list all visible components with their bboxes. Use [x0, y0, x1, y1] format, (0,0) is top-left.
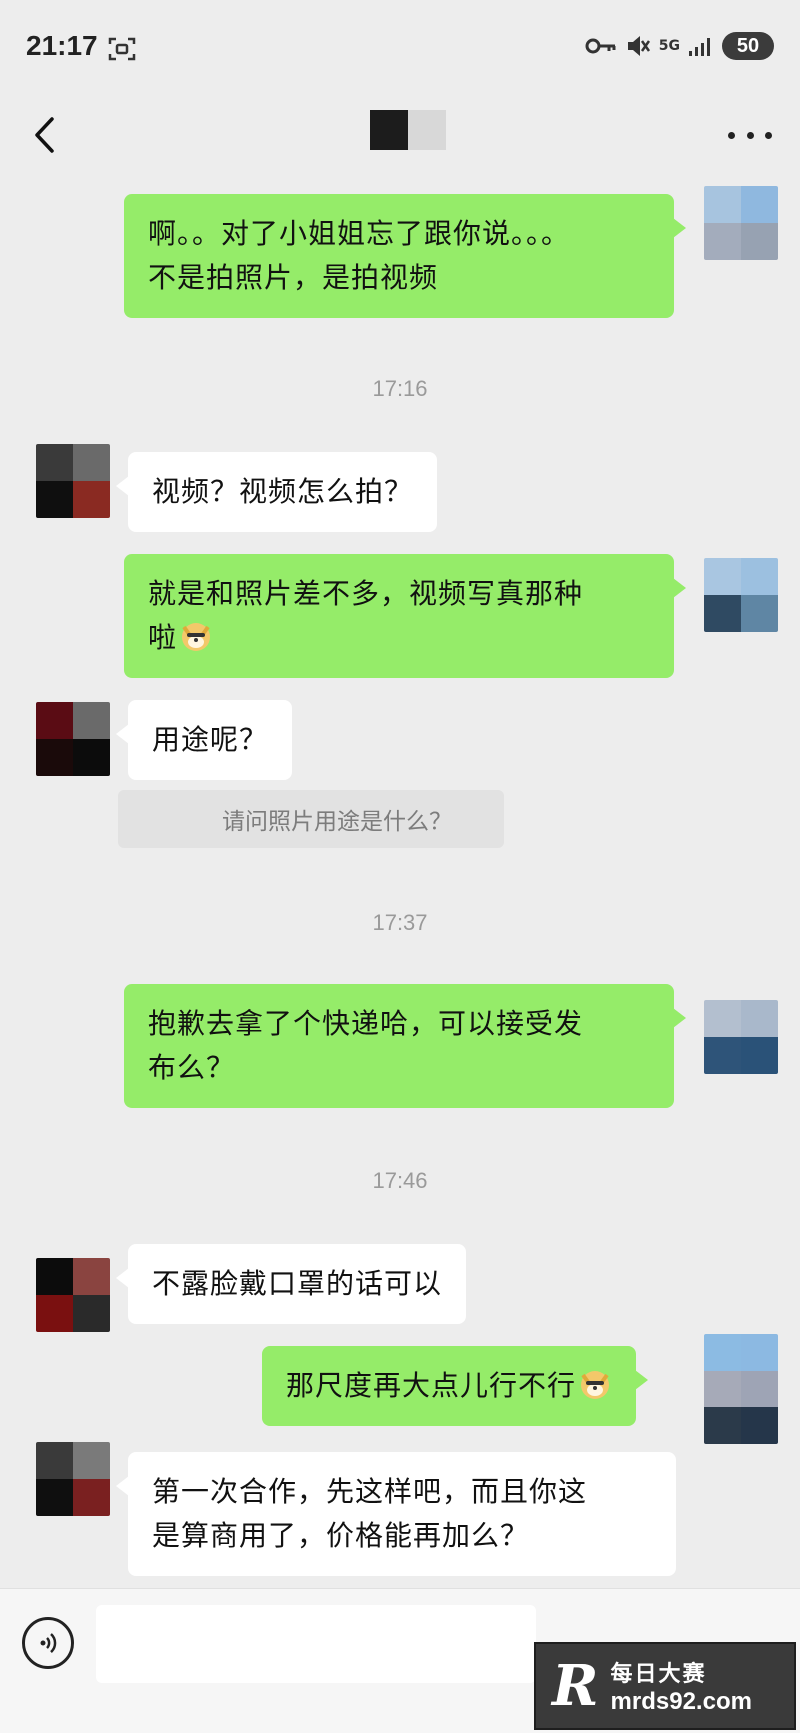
message-bubble-sent[interactable]: 那尺度再大点儿行不行: [262, 1346, 649, 1426]
message-text: 那尺度再大点儿行不行: [286, 1369, 577, 1402]
message-line: 就是和照片差不多，视频写真那种: [148, 577, 584, 610]
timestamp: 17:37: [372, 910, 428, 935]
message-line: 是算商用了，价格能再加么？: [152, 1519, 530, 1552]
chevron-left-icon: [35, 117, 54, 153]
message-bubble-received[interactable]: 用途呢？: [115, 700, 293, 780]
quoted-message[interactable]: 请问照片用途是什么？: [118, 790, 504, 848]
back-button[interactable]: [24, 110, 64, 160]
contact-name-blurred: [370, 110, 446, 150]
message-line: 不是拍照片，是拍视频: [148, 261, 439, 294]
message-line: 啦: [148, 621, 178, 654]
message-text: 用途呢？: [152, 723, 269, 756]
my-avatar[interactable]: [704, 558, 778, 632]
message-input[interactable]: [96, 1605, 536, 1683]
watermark-url: mrds92.com: [610, 1688, 752, 1715]
message-bubble-sent[interactable]: 啊。。对了小姐姐忘了跟你说。。。 不是拍照片，是拍视频: [124, 194, 686, 318]
status-time: 21:17: [26, 30, 98, 61]
message-bubble-sent[interactable]: 就是和照片差不多，视频写真那种 啦: [124, 554, 686, 678]
screen-record-icon: [108, 37, 136, 61]
watermark-r-logo: R: [552, 1653, 599, 1719]
more-options-button[interactable]: [728, 120, 772, 150]
watermark-name: 每日大赛: [610, 1661, 707, 1686]
mute-icon: [627, 36, 650, 56]
contact-avatar[interactable]: [36, 444, 110, 518]
message-bubble-received[interactable]: 第一次合作，先这样吧，而且你这 是算商用了，价格能再加么？: [116, 1452, 676, 1576]
signal-icon: [689, 38, 710, 56]
message-line: 第一次合作，先这样吧，而且你这: [152, 1475, 588, 1508]
contact-avatar[interactable]: [36, 1258, 110, 1332]
watermark-text: 每日大赛 mrds92.com: [611, 1656, 752, 1716]
timestamp: 17:16: [372, 376, 428, 401]
status-bar: 21:17 5G 50: [0, 0, 800, 96]
message-line: 布么？: [148, 1051, 236, 1084]
dot-icon: [746, 131, 754, 139]
battery-badge: 50: [722, 32, 774, 60]
timestamp: 17:46: [372, 1168, 428, 1193]
doge-icon: [182, 623, 211, 651]
quoted-text: 请问照片用途是什么？: [222, 809, 452, 835]
watermark-logo: R 每日大赛 mrds92.com: [534, 1642, 796, 1730]
doge-icon: [581, 1371, 610, 1399]
dot-icon: [765, 131, 772, 139]
message-text: 不露脸戴口罩的话可以: [152, 1267, 443, 1300]
my-avatar[interactable]: [704, 1000, 778, 1074]
key-icon: [585, 38, 616, 54]
message-line: 抱歉去拿了个快递哈，可以接受发: [148, 1007, 584, 1040]
network-label: 5G: [658, 38, 680, 54]
message-bubble-received[interactable]: 不露脸戴口罩的话可以: [115, 1244, 467, 1324]
contact-avatar[interactable]: [36, 702, 110, 776]
voice-icon: [40, 1633, 57, 1653]
message-text: 视频？视频怎么拍？: [152, 475, 414, 508]
message-line-with-emoji: 啦: [148, 616, 650, 660]
message-bubble-received[interactable]: 视频？视频怎么拍？: [115, 452, 438, 532]
my-avatar[interactable]: [704, 186, 778, 260]
chat-header: [0, 96, 800, 182]
message-line: 啊。。对了小姐姐忘了跟你说。。。: [148, 217, 571, 250]
my-avatar[interactable]: [704, 1334, 778, 1444]
voice-input-button[interactable]: [22, 1617, 74, 1669]
message-bubble-sent[interactable]: 抱歉去拿了个快递哈，可以接受发 布么？: [124, 984, 686, 1108]
status-icons: 5G 50: [585, 32, 774, 60]
contact-avatar[interactable]: [36, 1442, 110, 1516]
dot-icon: [728, 131, 735, 139]
